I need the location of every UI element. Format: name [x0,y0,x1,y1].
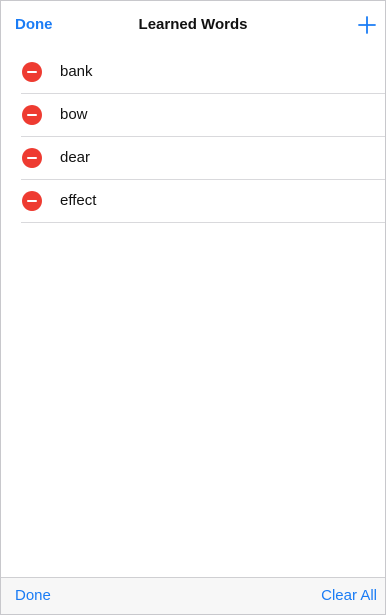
list-item: effect [1,180,385,223]
word-label: bank [60,63,93,80]
list-item: bank [1,51,385,94]
learned-words-screen: Done Learned Words bank bow dear effect [0,0,386,615]
word-label: effect [60,192,97,209]
plus-icon[interactable] [357,15,377,35]
row-separator [21,222,385,223]
delete-minus-icon[interactable] [22,148,42,168]
page-title: Learned Words [138,16,248,33]
word-label: dear [60,149,91,166]
clear-all-button[interactable]: Clear All [321,587,377,604]
toolbar-done-button[interactable]: Done [15,587,51,604]
word-list: bank bow dear effect [1,51,385,223]
delete-minus-icon[interactable] [22,62,42,82]
list-item: bow [1,94,385,137]
list-item: dear [1,137,385,180]
word-label: bow [60,106,88,123]
bottom-toolbar: Done Clear All [1,577,385,614]
delete-minus-icon[interactable] [22,191,42,211]
delete-minus-icon[interactable] [22,105,42,125]
navigation-bar: Done Learned Words [1,1,385,51]
